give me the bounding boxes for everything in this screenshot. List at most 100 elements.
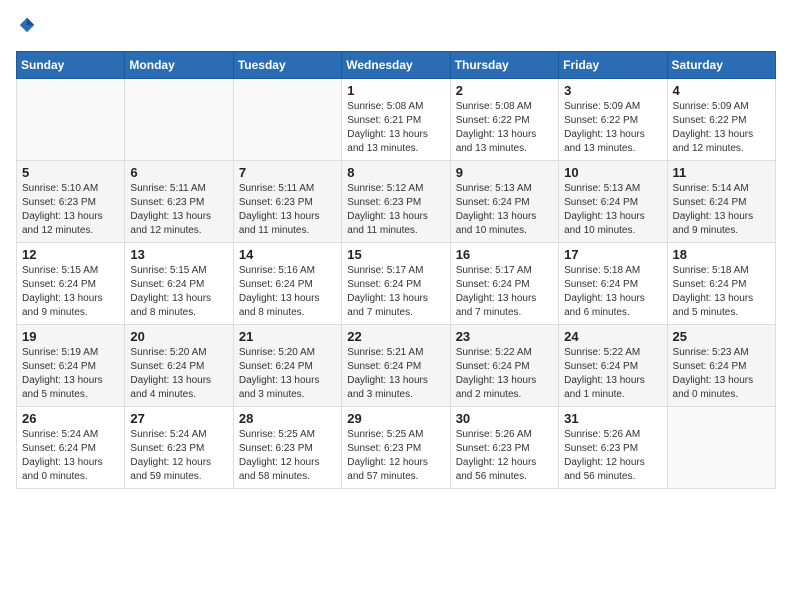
day-number: 26 <box>22 411 119 426</box>
day-number: 31 <box>564 411 661 426</box>
calendar-cell: 15 Sunrise: 5:17 AM Sunset: 6:24 PM Dayli… <box>342 242 450 324</box>
day-number: 8 <box>347 165 444 180</box>
calendar-cell: 29 Sunrise: 5:25 AM Sunset: 6:23 PM Dayli… <box>342 406 450 488</box>
day-info: Sunrise: 5:22 AM Sunset: 6:24 PM Dayligh… <box>564 346 661 402</box>
logo-icon <box>18 16 36 34</box>
day-number: 27 <box>130 411 227 426</box>
day-info: Sunrise: 5:17 AM Sunset: 6:24 PM Dayligh… <box>347 264 444 320</box>
day-number: 14 <box>239 247 336 262</box>
day-number: 9 <box>456 165 553 180</box>
day-info: Sunrise: 5:20 AM Sunset: 6:24 PM Dayligh… <box>239 346 336 402</box>
day-number: 28 <box>239 411 336 426</box>
day-info: Sunrise: 5:09 AM Sunset: 6:22 PM Dayligh… <box>673 100 770 156</box>
day-number: 10 <box>564 165 661 180</box>
day-number: 17 <box>564 247 661 262</box>
day-info: Sunrise: 5:10 AM Sunset: 6:23 PM Dayligh… <box>22 182 119 238</box>
day-info: Sunrise: 5:20 AM Sunset: 6:24 PM Dayligh… <box>130 346 227 402</box>
weekday-header-friday: Friday <box>559 51 667 78</box>
day-number: 7 <box>239 165 336 180</box>
day-info: Sunrise: 5:13 AM Sunset: 6:24 PM Dayligh… <box>456 182 553 238</box>
calendar-cell: 24 Sunrise: 5:22 AM Sunset: 6:24 PM Dayli… <box>559 324 667 406</box>
day-info: Sunrise: 5:23 AM Sunset: 6:24 PM Dayligh… <box>673 346 770 402</box>
day-number: 4 <box>673 83 770 98</box>
day-number: 15 <box>347 247 444 262</box>
day-info: Sunrise: 5:11 AM Sunset: 6:23 PM Dayligh… <box>239 182 336 238</box>
calendar-cell: 4 Sunrise: 5:09 AM Sunset: 6:22 PM Daylig… <box>667 78 775 160</box>
day-info: Sunrise: 5:11 AM Sunset: 6:23 PM Dayligh… <box>130 182 227 238</box>
calendar-table: SundayMondayTuesdayWednesdayThursdayFrid… <box>16 51 776 489</box>
calendar-cell: 13 Sunrise: 5:15 AM Sunset: 6:24 PM Dayli… <box>125 242 233 324</box>
calendar-week-row: 1Sunrise: 5:08 AM Sunset: 6:21 PM Daylig… <box>17 78 776 160</box>
day-info: Sunrise: 5:18 AM Sunset: 6:24 PM Dayligh… <box>564 264 661 320</box>
day-info: Sunrise: 5:18 AM Sunset: 6:24 PM Dayligh… <box>673 264 770 320</box>
day-number: 29 <box>347 411 444 426</box>
day-number: 13 <box>130 247 227 262</box>
day-info: Sunrise: 5:17 AM Sunset: 6:24 PM Dayligh… <box>456 264 553 320</box>
calendar-week-row: 12 Sunrise: 5:15 AM Sunset: 6:24 PM Dayli… <box>17 242 776 324</box>
day-info: Sunrise: 5:12 AM Sunset: 6:23 PM Dayligh… <box>347 182 444 238</box>
calendar-cell <box>125 78 233 160</box>
day-info: Sunrise: 5:16 AM Sunset: 6:24 PM Dayligh… <box>239 264 336 320</box>
calendar-cell: 5 Sunrise: 5:10 AM Sunset: 6:23 PM Daylig… <box>17 160 125 242</box>
calendar-cell: 23 Sunrise: 5:22 AM Sunset: 6:24 PM Dayli… <box>450 324 558 406</box>
day-number: 2 <box>456 83 553 98</box>
day-info: Sunrise: 5:26 AM Sunset: 6:23 PM Dayligh… <box>456 428 553 484</box>
calendar-week-row: 26 Sunrise: 5:24 AM Sunset: 6:24 PM Dayli… <box>17 406 776 488</box>
day-info: Sunrise: 5:24 AM Sunset: 6:23 PM Dayligh… <box>130 428 227 484</box>
logo <box>16 16 36 39</box>
calendar-cell: 11 Sunrise: 5:14 AM Sunset: 6:24 PM Dayli… <box>667 160 775 242</box>
day-number: 23 <box>456 329 553 344</box>
day-info: Sunrise: 5:08 AM Sunset: 6:21 PM Dayligh… <box>347 100 444 156</box>
weekday-header-saturday: Saturday <box>667 51 775 78</box>
calendar-cell: 12 Sunrise: 5:15 AM Sunset: 6:24 PM Dayli… <box>17 242 125 324</box>
day-info: Sunrise: 5:15 AM Sunset: 6:24 PM Dayligh… <box>130 264 227 320</box>
day-number: 12 <box>22 247 119 262</box>
day-number: 6 <box>130 165 227 180</box>
day-info: Sunrise: 5:21 AM Sunset: 6:24 PM Dayligh… <box>347 346 444 402</box>
calendar-cell: 16Sunrise: 5:17 AM Sunset: 6:24 PM Dayli… <box>450 242 558 324</box>
weekday-header-tuesday: Tuesday <box>233 51 341 78</box>
calendar-cell: 25 Sunrise: 5:23 AM Sunset: 6:24 PM Dayli… <box>667 324 775 406</box>
day-info: Sunrise: 5:14 AM Sunset: 6:24 PM Dayligh… <box>673 182 770 238</box>
calendar-cell: 7 Sunrise: 5:11 AM Sunset: 6:23 PM Daylig… <box>233 160 341 242</box>
day-number: 24 <box>564 329 661 344</box>
calendar-cell: 10 Sunrise: 5:13 AM Sunset: 6:24 PM Dayli… <box>559 160 667 242</box>
calendar-cell <box>17 78 125 160</box>
day-number: 20 <box>130 329 227 344</box>
day-number: 11 <box>673 165 770 180</box>
day-number: 25 <box>673 329 770 344</box>
day-info: Sunrise: 5:22 AM Sunset: 6:24 PM Dayligh… <box>456 346 553 402</box>
day-info: Sunrise: 5:24 AM Sunset: 6:24 PM Dayligh… <box>22 428 119 484</box>
calendar-cell: 22 Sunrise: 5:21 AM Sunset: 6:24 PM Dayli… <box>342 324 450 406</box>
weekday-header-monday: Monday <box>125 51 233 78</box>
day-number: 5 <box>22 165 119 180</box>
calendar-cell <box>667 406 775 488</box>
calendar-cell: 8 Sunrise: 5:12 AM Sunset: 6:23 PM Daylig… <box>342 160 450 242</box>
calendar-cell: 27 Sunrise: 5:24 AM Sunset: 6:23 PM Dayli… <box>125 406 233 488</box>
calendar-cell: 3 Sunrise: 5:09 AM Sunset: 6:22 PM Daylig… <box>559 78 667 160</box>
calendar-cell: 17 Sunrise: 5:18 AM Sunset: 6:24 PM Dayli… <box>559 242 667 324</box>
calendar-cell: 30Sunrise: 5:26 AM Sunset: 6:23 PM Dayli… <box>450 406 558 488</box>
day-info: Sunrise: 5:09 AM Sunset: 6:22 PM Dayligh… <box>564 100 661 156</box>
calendar-cell: 21 Sunrise: 5:20 AM Sunset: 6:24 PM Dayli… <box>233 324 341 406</box>
day-info: Sunrise: 5:15 AM Sunset: 6:24 PM Dayligh… <box>22 264 119 320</box>
day-info: Sunrise: 5:26 AM Sunset: 6:23 PM Dayligh… <box>564 428 661 484</box>
day-info: Sunrise: 5:25 AM Sunset: 6:23 PM Dayligh… <box>239 428 336 484</box>
day-number: 3 <box>564 83 661 98</box>
weekday-header-thursday: Thursday <box>450 51 558 78</box>
day-number: 22 <box>347 329 444 344</box>
calendar-cell: 19Sunrise: 5:19 AM Sunset: 6:24 PM Dayli… <box>17 324 125 406</box>
calendar-cell: 20 Sunrise: 5:20 AM Sunset: 6:24 PM Dayli… <box>125 324 233 406</box>
weekday-header-row: SundayMondayTuesdayWednesdayThursdayFrid… <box>17 51 776 78</box>
day-info: Sunrise: 5:25 AM Sunset: 6:23 PM Dayligh… <box>347 428 444 484</box>
calendar-cell: 26 Sunrise: 5:24 AM Sunset: 6:24 PM Dayli… <box>17 406 125 488</box>
calendar-cell: 31 Sunrise: 5:26 AM Sunset: 6:23 PM Dayli… <box>559 406 667 488</box>
calendar-week-row: 19Sunrise: 5:19 AM Sunset: 6:24 PM Dayli… <box>17 324 776 406</box>
day-info: Sunrise: 5:13 AM Sunset: 6:24 PM Dayligh… <box>564 182 661 238</box>
calendar-cell: 18Sunrise: 5:18 AM Sunset: 6:24 PM Dayli… <box>667 242 775 324</box>
day-number: 21 <box>239 329 336 344</box>
calendar-cell: 2Sunrise: 5:08 AM Sunset: 6:22 PM Daylig… <box>450 78 558 160</box>
calendar-cell: 14 Sunrise: 5:16 AM Sunset: 6:24 PM Dayli… <box>233 242 341 324</box>
calendar-cell: 9 Sunrise: 5:13 AM Sunset: 6:24 PM Daylig… <box>450 160 558 242</box>
day-number: 19 <box>22 329 119 344</box>
